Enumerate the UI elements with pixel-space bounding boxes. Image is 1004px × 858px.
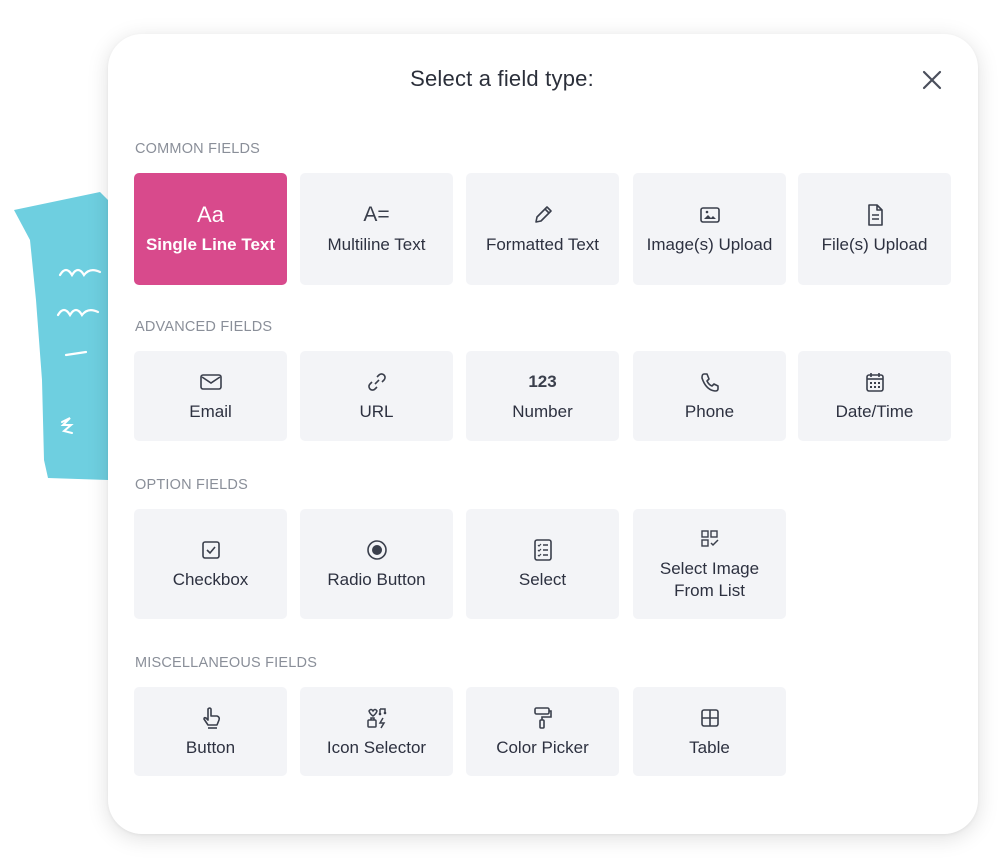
field-type-button[interactable]: Button	[134, 687, 287, 776]
phone-icon	[699, 369, 721, 395]
field-type-label: Date/Time	[835, 402, 914, 421]
number-icon: 123	[528, 372, 557, 391]
icon-selector-icon	[365, 705, 389, 731]
field-type-select-image-from-list[interactable]: Select Image From List	[633, 509, 786, 619]
radio-icon	[366, 537, 388, 563]
pointer-hand-icon	[200, 705, 222, 731]
calendar-icon	[864, 369, 886, 395]
envelope-icon	[199, 369, 223, 395]
field-type-label: Table	[689, 737, 730, 757]
field-type-label: Phone	[684, 402, 735, 421]
field-type-phone[interactable]: Phone	[633, 351, 786, 441]
image-icon	[699, 202, 721, 228]
close-icon	[922, 70, 942, 90]
section-title-common: COMMON FIELDS	[135, 141, 261, 157]
paint-roller-icon	[532, 705, 554, 731]
file-icon	[865, 202, 885, 228]
field-type-date-time[interactable]: Date/Time	[798, 351, 951, 441]
field-type-files-upload[interactable]: File(s) Upload	[798, 173, 951, 285]
field-type-label: Icon Selector	[326, 737, 427, 757]
list-icon	[532, 537, 554, 563]
field-type-label: Multiline Text	[327, 235, 426, 254]
field-type-radio-button[interactable]: Radio Button	[300, 509, 453, 619]
field-type-label: Checkbox	[172, 570, 249, 589]
section-title-misc: MISCELLANEOUS FIELDS	[135, 655, 318, 671]
field-type-number[interactable]: 123 Number	[466, 351, 619, 441]
section-title-advanced: ADVANCED FIELDS	[135, 319, 273, 335]
field-type-label: Image(s) Upload	[646, 235, 773, 254]
field-type-label: Color Picker	[496, 737, 589, 757]
field-type-label: Number	[512, 402, 573, 421]
text-aa-icon: Aa	[197, 202, 224, 227]
field-type-label: Formatted Text	[485, 235, 600, 254]
table-icon	[699, 705, 721, 731]
field-type-label: URL	[359, 402, 394, 421]
field-type-icon-selector[interactable]: Icon Selector	[300, 687, 453, 776]
field-type-label: Select Image From List	[659, 559, 760, 600]
field-type-images-upload[interactable]: Image(s) Upload	[633, 173, 786, 285]
field-type-label: Single Line Text	[145, 235, 276, 254]
field-type-formatted-text[interactable]: Formatted Text	[466, 173, 619, 285]
field-type-label: Email	[189, 402, 232, 421]
checkbox-icon	[200, 537, 222, 563]
field-type-label: Radio Button	[327, 570, 426, 589]
field-type-label: Button	[185, 737, 236, 757]
field-type-select[interactable]: Select	[466, 509, 619, 619]
section-title-option: OPTION FIELDS	[135, 477, 248, 493]
modal-title: Select a field type:	[410, 66, 594, 91]
close-button[interactable]	[918, 66, 946, 94]
field-type-label: Select	[518, 570, 567, 589]
field-type-checkbox[interactable]: Checkbox	[134, 509, 287, 619]
field-type-color-picker[interactable]: Color Picker	[466, 687, 619, 776]
field-type-label: File(s) Upload	[821, 235, 928, 254]
field-type-single-line-text[interactable]: Aa Single Line Text	[134, 173, 287, 285]
field-type-url[interactable]: URL	[300, 351, 453, 441]
field-type-table[interactable]: Table	[633, 687, 786, 776]
pencil-icon	[532, 202, 554, 228]
text-lines-icon: A=	[363, 203, 390, 226]
image-grid-icon	[699, 526, 721, 552]
link-icon	[366, 369, 388, 395]
field-type-email[interactable]: Email	[134, 351, 287, 441]
field-type-multiline-text[interactable]: A= Multiline Text	[300, 173, 453, 285]
